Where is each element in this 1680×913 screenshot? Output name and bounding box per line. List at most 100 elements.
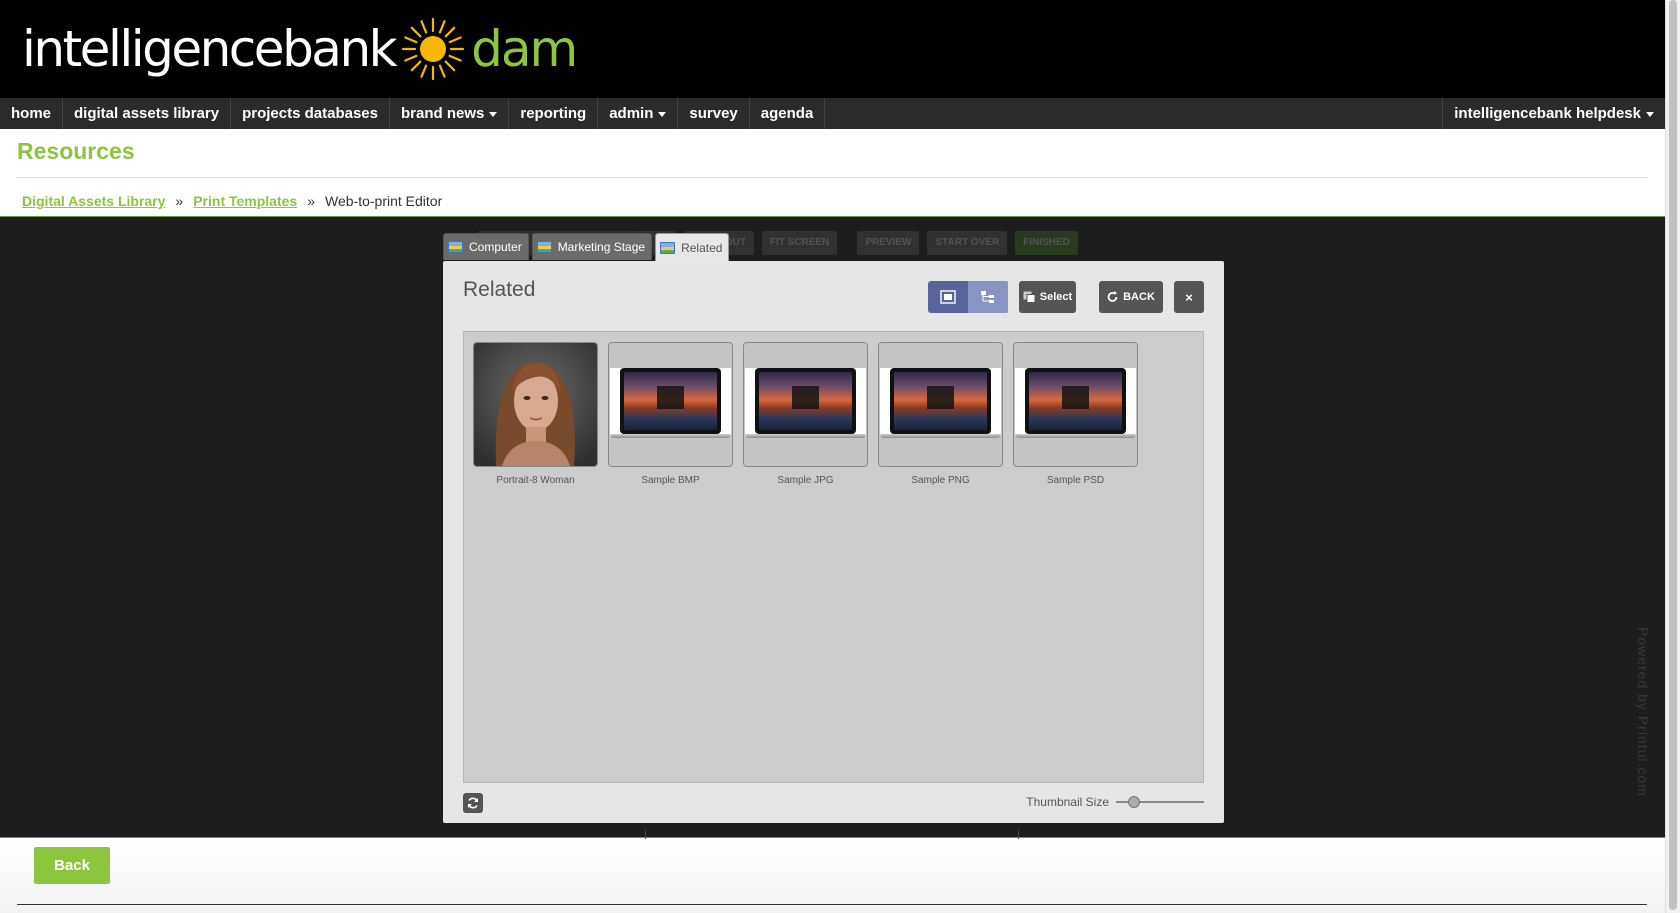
logo-word-dam: dam [471,20,578,78]
nav-item-label: brand news [401,105,485,122]
refresh-icon [468,797,478,809]
nav-item-label: projects databases [242,105,378,122]
dialog-back-button[interactable]: BACK [1099,281,1163,313]
asset-thumbnail[interactable]: Portrait-8 Woman [473,342,598,486]
close-button[interactable]: × [1174,281,1204,313]
nav-item-brand-news[interactable]: brand news [390,98,510,129]
thumbnail-size-label: Thumbnail Size [1026,795,1109,809]
tab-label: Computer [469,240,522,254]
breadcrumb-separator: » [307,193,316,209]
thumbnail-caption: Portrait-8 Woman [496,475,575,486]
image-icon [536,241,552,253]
tab-related[interactable]: Related [655,233,730,261]
brand-logo[interactable]: intelligencebank dam [22,14,578,84]
toolbar-button-start-over[interactable]: START OVER [927,231,1008,255]
thumbnail-frame [473,342,598,467]
back-button[interactable]: Back [34,847,110,884]
grid-view-button[interactable] [928,281,968,313]
footer-divider [17,904,1647,905]
nav-item-reporting[interactable]: reporting [509,98,599,129]
dialog-back-label: BACK [1123,291,1155,303]
asset-thumbnail[interactable]: Sample PNG [878,342,1003,486]
nav-item-label: agenda [760,105,814,122]
powered-by-watermark: Powered by Printui.com [1635,627,1651,797]
thumbnail-caption: Sample PNG [911,475,970,486]
tree-view-button[interactable] [968,281,1008,313]
nav-item-label: digital assets library [74,105,220,122]
page-footer [0,839,1665,913]
tree-view-icon [981,291,994,303]
thumbnail-frame [878,342,1003,467]
toolbar-button-preview[interactable]: PREVIEW [857,231,920,255]
source-tabs: Computer Marketing Stage Related [443,233,730,261]
slider-handle[interactable] [1128,796,1141,808]
portrait-image [474,343,597,466]
title-divider [17,177,1647,178]
page-scrollbar[interactable] [1665,0,1680,913]
nav-item-label: home [11,105,52,122]
login-panel [791,385,820,410]
nav-item-projects-databases[interactable]: projects databases [231,98,390,129]
breadcrumb-separator: » [175,193,184,209]
caret-down-icon [658,111,667,117]
thumbnail-frame [608,342,733,467]
laptop-base [610,434,731,438]
canvas-guides [645,829,1019,839]
scrollbar-thumb[interactable] [1669,0,1677,910]
nav-item-agenda[interactable]: agenda [750,98,826,129]
caret-down-icon [489,111,498,117]
thumbnail-caption: Sample PSD [1046,475,1105,486]
tab-label: Marketing Stage [557,240,646,254]
thumbnail-grid: Portrait-8 Woman Sample BMP Sample JPG Samp… [463,331,1204,783]
login-panel [926,385,955,410]
nav-item-label: intelligencebank helpdesk [1454,105,1641,122]
laptop-screen-content [624,372,717,430]
refresh-button[interactable] [463,793,483,813]
nav-item-label: survey [689,105,738,122]
nav-item-helpdesk[interactable]: intelligencebank helpdesk [1442,98,1665,129]
select-label: Select [1039,291,1073,303]
header: intelligencebank dam [0,0,1665,98]
thumbnail-frame [743,342,868,467]
undo-icon [1107,291,1118,302]
logo-word-intelligencebank: intelligencebank [22,20,398,78]
caret-down-icon [1646,111,1654,117]
asset-thumbnail[interactable]: Sample PSD [1013,342,1138,486]
nav-item-home[interactable]: home [0,98,64,129]
laptop-screen-content [759,372,852,430]
tab-computer[interactable]: Computer [443,233,529,260]
nav-item-label: admin [609,105,654,122]
laptop-image [1025,368,1126,434]
laptop-base [1015,434,1136,438]
thumbnail-caption: Sample BMP [641,475,700,486]
thumbnail-size-slider[interactable] [1116,796,1204,808]
toolbar-button-fit-screen[interactable]: FIT SCREEN [761,231,838,255]
laptop-image [890,368,991,434]
view-toggle-group [928,281,1009,313]
select-icon [1023,291,1036,303]
nav-item-label: reporting [520,105,587,122]
asset-thumbnail[interactable]: Sample JPG [743,342,868,486]
breadcrumb-link[interactable]: Print Templates [193,193,297,209]
nav-item-digital-assets-library[interactable]: digital assets library [63,98,232,129]
laptop-screen-content [894,372,987,430]
laptop-image [755,368,856,434]
dialog-footer: Thumbnail Size [463,793,1204,813]
tab-label: Related [681,240,723,255]
page: intelligencebank dam home digital assets… [0,0,1680,913]
breadcrumb-current: Web-to-print Editor [325,193,443,209]
nav-item-admin[interactable]: admin [598,98,679,129]
grid-view-icon [940,290,956,304]
tab-marketing-stage[interactable]: Marketing Stage [531,233,653,260]
nav-item-survey[interactable]: survey [678,98,750,129]
image-icon [660,241,676,254]
login-panel [656,385,685,410]
select-button[interactable]: Select [1019,281,1076,313]
asset-thumbnail[interactable]: Sample BMP [608,342,733,486]
thumbnail-caption: Sample JPG [777,475,834,486]
breadcrumb-link[interactable]: Digital Assets Library [22,193,165,209]
toolbar-button-finished[interactable]: FINISHED [1015,231,1078,255]
page-title: Resources [17,138,135,164]
laptop-screen-content [1029,372,1122,430]
laptop-base [880,434,1001,438]
